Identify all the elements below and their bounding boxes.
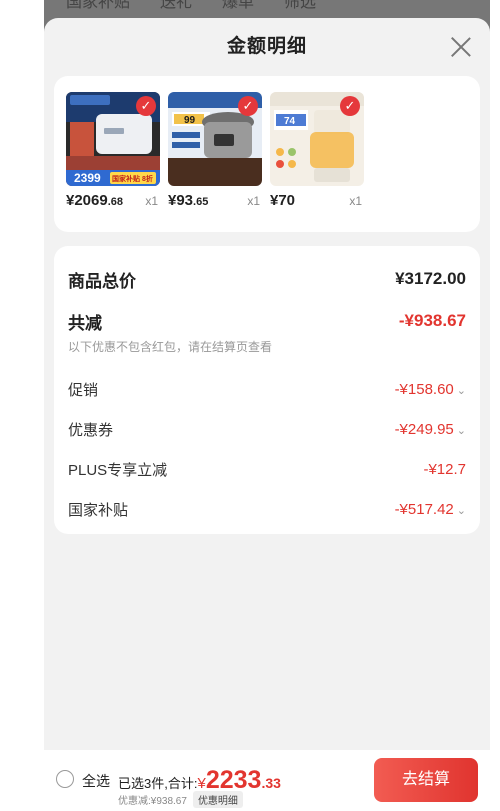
checkout-button[interactable]: 去结算 [374, 758, 478, 802]
discount-value: -¥158.60 ⌄ [394, 380, 466, 398]
discount-detail-button[interactable]: 优惠明细 [192, 791, 243, 808]
select-all-radio[interactable] [56, 770, 74, 788]
total-amount-dec: .33 [261, 775, 281, 791]
bg-tab: 爆单 [222, 0, 255, 11]
thumb-price-text: 74 [284, 116, 296, 127]
total-amount-int: 2233 [205, 766, 262, 794]
bg-tab: 送礼 [160, 0, 193, 11]
sheet-header: 金额明细 [44, 18, 490, 76]
product-thumbnail: 74 ✓ [270, 92, 364, 186]
bg-tab: 国家补贴 [66, 0, 131, 11]
product-quantity: x1 [247, 194, 260, 208]
chevron-down-icon: ⌄ [456, 424, 466, 437]
total-currency: ¥ [197, 775, 206, 792]
checked-icon: ✓ [340, 96, 360, 116]
product-item[interactable]: 2399 国家补贴 8折 ✓ ¥2069.68 x1 [66, 92, 160, 232]
discount-label: 优惠券 [68, 421, 114, 439]
product-price: ¥93.65 [168, 192, 209, 209]
discount-row-plus: PLUS专享立减 -¥12.7 [68, 449, 466, 489]
product-price: ¥2069.68 [66, 192, 124, 209]
total-discount-label: 共减 [68, 313, 102, 333]
amount-detail-sheet: 金额明细 2399 国家补贴 8折 ✓ ¥2069.68 x1 99 ✓ ¥93… [44, 18, 490, 811]
discount-row-subsidy[interactable]: 国家补贴 -¥517.42 ⌄ [68, 489, 466, 529]
discount-label: 促销 [68, 381, 99, 399]
total-price-value: ¥3172.00 [395, 269, 466, 288]
checkout-bar: 全选 已选3件,合计:¥2233.33 优惠减:¥938.67 优惠明细 去结算 [44, 750, 490, 811]
discount-label: 国家补贴 [68, 501, 129, 519]
product-list: 2399 国家补贴 8折 ✓ ¥2069.68 x1 99 ✓ ¥93.65 x… [54, 76, 480, 232]
total-price-label: 商品总价 [68, 271, 136, 291]
thumb-price-text: 99 [184, 115, 196, 126]
product-item[interactable]: 74 ✓ ¥70 x1 [270, 92, 364, 232]
thumb-tag-text: 国家补贴 8折 [112, 174, 153, 183]
chevron-down-icon: ⌄ [456, 384, 466, 397]
discount-value: -¥517.42 ⌄ [394, 500, 466, 518]
bg-tab: 筛选 [284, 0, 317, 11]
total-price-row: 商品总价 ¥3172.00 [68, 266, 466, 292]
selected-count-text: 已选3件,合计: [118, 776, 198, 791]
discount-value: -¥249.95 ⌄ [394, 420, 466, 438]
product-item[interactable]: 99 ✓ ¥93.65 x1 [168, 92, 262, 232]
product-price: ¥70 [270, 192, 296, 209]
checked-icon: ✓ [238, 96, 258, 116]
discount-label: PLUS专享立减 [68, 461, 168, 479]
product-price-row: ¥2069.68 x1 [66, 192, 160, 209]
checked-icon: ✓ [136, 96, 156, 116]
select-all-label[interactable]: 全选 [82, 771, 110, 791]
discount-value: -¥12.7 [423, 460, 466, 478]
discount-amount-text: 优惠减:¥938.67 [118, 796, 187, 807]
product-quantity: x1 [349, 194, 362, 208]
product-price-row: ¥70 x1 [270, 192, 364, 209]
product-thumbnail: 2399 国家补贴 8折 ✓ [66, 92, 160, 186]
price-summary: 商品总价 ¥3172.00 共减 -¥938.67 以下优惠不包含红包，请在结算… [54, 246, 480, 534]
total-discount-value: -¥938.67 [398, 311, 466, 330]
close-icon[interactable] [450, 36, 472, 58]
discount-row-promotion[interactable]: 促销 -¥158.60 ⌄ [68, 369, 466, 409]
discount-row-coupon[interactable]: 优惠券 -¥249.95 ⌄ [68, 409, 466, 449]
product-thumbnail: 99 ✓ [168, 92, 262, 186]
discount-line: 优惠减:¥938.67 优惠明细 [118, 791, 243, 808]
product-quantity: x1 [145, 194, 158, 208]
sheet-title: 金额明细 [226, 36, 307, 57]
chevron-down-icon: ⌄ [456, 504, 466, 517]
product-price-row: ¥93.65 x1 [168, 192, 262, 209]
thumb-price-text: 2399 [74, 171, 101, 185]
discount-hint: 以下优惠不包含红包，请在结算页查看 [68, 340, 273, 354]
total-discount-row: 共减 -¥938.67 [68, 308, 466, 334]
